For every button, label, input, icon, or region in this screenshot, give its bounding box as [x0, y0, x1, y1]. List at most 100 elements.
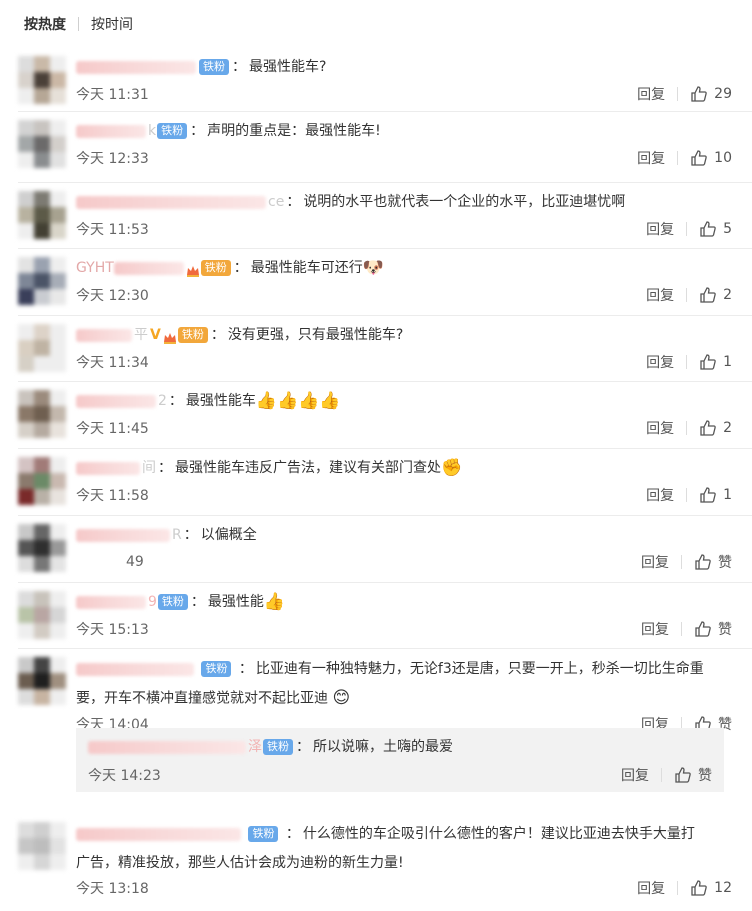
- username-redacted[interactable]: [76, 595, 146, 609]
- comment-time: 今天 11:31: [76, 87, 149, 103]
- like-count: 10: [714, 150, 732, 166]
- username-redacted[interactable]: [76, 60, 196, 74]
- comment-time: 今天 11:34: [76, 355, 149, 371]
- comment-item: k 铁粉 ： 声明的重点是：最强性能车! 今天 12:33 回复 10: [18, 112, 752, 183]
- like-button[interactable]: 1: [699, 486, 732, 504]
- thumbs-up-icon: [700, 287, 716, 303]
- comment-time: 今天 11:45: [76, 421, 149, 437]
- username-redacted[interactable]: [76, 461, 140, 475]
- like-button[interactable]: 赞: [694, 552, 732, 572]
- username-redacted[interactable]: [76, 827, 241, 841]
- username-tail: 9: [148, 594, 157, 610]
- fan-badge: 铁粉: [263, 739, 293, 755]
- avatar[interactable]: [18, 524, 66, 572]
- comment-text: 说明的水平也就代表一个企业的水平，比亚迪堪忧啊: [303, 194, 626, 210]
- reply-button[interactable]: 回复: [646, 285, 674, 305]
- username-redacted[interactable]: [76, 124, 146, 138]
- like-count: 5: [723, 221, 732, 237]
- like-label: 赞: [718, 622, 732, 638]
- comment-time: 今天 11:53: [76, 222, 149, 238]
- username-redacted[interactable]: [76, 528, 170, 542]
- comment-item: 9 铁粉 ： 最强性能 👍 今天 15:13 回复 赞: [18, 583, 752, 649]
- reply-button[interactable]: 回复: [646, 352, 674, 372]
- thumbs-up-icon: [675, 767, 691, 783]
- avatar[interactable]: [18, 324, 66, 372]
- avatar[interactable]: [18, 390, 66, 438]
- username-redacted[interactable]: [76, 394, 156, 408]
- comment-item: 2 ： 最强性能车 👍👍👍👍 今天 11:45 回复 2: [18, 382, 752, 449]
- tab-time[interactable]: 按时间: [91, 14, 133, 34]
- username-redacted[interactable]: [76, 662, 194, 676]
- username-tail: 2: [158, 393, 167, 409]
- fan-badge: 铁粉: [157, 594, 188, 610]
- username-redacted[interactable]: [76, 328, 132, 342]
- comment-time: 今天 12:33: [76, 151, 149, 167]
- like-button[interactable]: 赞: [674, 765, 712, 785]
- like-button[interactable]: 10: [690, 149, 732, 167]
- avatar[interactable]: [18, 822, 66, 870]
- comment-text: 声明的重点是：最强性能车!: [207, 123, 381, 139]
- username-tail: ce: [268, 194, 285, 210]
- username-redacted[interactable]: [76, 195, 266, 209]
- like-button[interactable]: 12: [690, 879, 732, 897]
- comment-text-line2: 要，开车不横冲直撞感觉就对不起比亚迪: [76, 690, 328, 707]
- fan-badge: 铁粉: [200, 260, 231, 276]
- comment-text: 最强性能车违反广告法，建议有关部门查处: [175, 460, 441, 476]
- like-count: 29: [714, 86, 732, 102]
- divider: [78, 17, 79, 31]
- thumbs-up-icon: [691, 150, 707, 166]
- avatar[interactable]: [18, 591, 66, 639]
- reply-button[interactable]: 回复: [637, 148, 665, 168]
- doge-emoji-icon: 🐶: [362, 258, 384, 278]
- username-redacted[interactable]: [113, 261, 184, 275]
- like-button[interactable]: 2: [699, 286, 732, 304]
- reply-button[interactable]: 回复: [637, 84, 665, 104]
- like-count: 1: [723, 487, 732, 503]
- comment-text: 以偏概全: [200, 527, 257, 543]
- tab-hot[interactable]: 按热度: [24, 14, 66, 34]
- like-button[interactable]: 29: [690, 85, 732, 103]
- comment-item: GYHT 铁粉 ： 最强性能车可还行 🐶 今天 12:30 回复 2: [18, 249, 752, 316]
- fan-badge: 铁粉: [199, 59, 229, 75]
- reply-button[interactable]: 回复: [646, 418, 674, 438]
- username-tail: k: [148, 123, 157, 139]
- thumbs-up-icon: [700, 354, 716, 370]
- reply-button[interactable]: 回复: [641, 552, 669, 572]
- like-count: 12: [714, 880, 732, 896]
- avatar[interactable]: [18, 120, 66, 168]
- reply-button[interactable]: 回复: [637, 878, 665, 898]
- avatar[interactable]: [18, 191, 66, 239]
- reply-button[interactable]: 回复: [621, 765, 649, 785]
- reply-button[interactable]: 回复: [646, 219, 674, 239]
- username-tail: 平: [134, 327, 148, 343]
- avatar[interactable]: [18, 457, 66, 505]
- like-button[interactable]: 赞: [694, 619, 732, 639]
- thumbs-up-icon: [700, 487, 716, 503]
- avatar[interactable]: [18, 257, 66, 305]
- like-button[interactable]: 1: [699, 353, 732, 371]
- username-tail: R: [172, 527, 182, 543]
- thumbs-up-icon: [691, 880, 707, 896]
- comment-text: 最强性能车?: [249, 59, 327, 75]
- username-tail: 间: [142, 460, 156, 476]
- username-head: GYHT: [76, 260, 114, 276]
- reply-text: 所以说嘛，土嗨的最爱: [313, 739, 453, 755]
- like-button[interactable]: 5: [699, 220, 732, 238]
- like-button[interactable]: 2: [699, 419, 732, 437]
- thumbs-up-emoji-icon: 👍👍👍👍: [255, 391, 341, 411]
- fan-badge: 铁粉: [157, 123, 188, 139]
- reply-button[interactable]: 回复: [646, 485, 674, 505]
- like-count: 2: [723, 420, 732, 436]
- avatar[interactable]: [18, 657, 66, 705]
- reply-button[interactable]: 回复: [641, 619, 669, 639]
- comment-item: ce ： 说明的水平也就代表一个企业的水平，比亚迪堪忧啊 今天 11:53 回复…: [18, 183, 752, 249]
- crown-icon: [186, 261, 200, 277]
- username-redacted[interactable]: [88, 740, 246, 754]
- avatar[interactable]: [18, 56, 66, 104]
- like-label: 赞: [718, 555, 732, 571]
- fist-emoji-icon: ✊: [441, 458, 463, 478]
- comment-text: 最强性能车可还行: [250, 260, 363, 276]
- thumbs-up-emoji-icon: 👍: [263, 592, 286, 612]
- fan-badge: 铁粉: [177, 327, 208, 343]
- comment-text-line1: 什么德性的车企吸引什么德性的客户！建议比亚迪去快手大量打: [302, 826, 695, 842]
